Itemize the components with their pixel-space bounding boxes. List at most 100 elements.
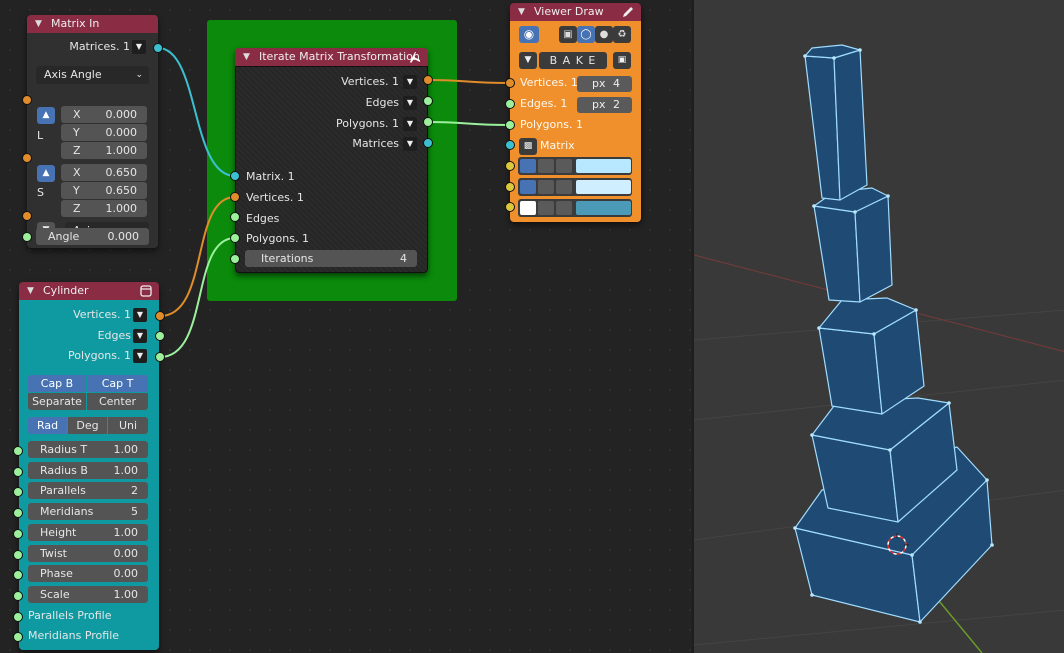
vertex-color-row[interactable] (518, 157, 632, 175)
funnel-icon[interactable]: ▼ (519, 52, 537, 69)
scale-z-field[interactable]: Z 1.000 (61, 200, 147, 217)
cap-bottom-toggle[interactable]: Cap B (28, 375, 86, 392)
socket-matrix-in-angle[interactable] (22, 232, 32, 242)
grid-icon[interactable] (520, 180, 536, 194)
meridians-field[interactable]: Meridians 5 (28, 503, 148, 520)
dropdown-arrow-icon[interactable]: ▼ (132, 40, 146, 54)
socket-iterate-iterations-in[interactable] (230, 254, 240, 264)
loc-y-field[interactable]: Y 0.000 (61, 124, 147, 141)
circle-icon[interactable]: ● (595, 26, 613, 43)
dropdown-arrow-icon[interactable]: ▼ (133, 329, 147, 343)
collapse-chevron-icon[interactable]: ▼ (518, 3, 525, 21)
socket-matrix-in-axis[interactable] (22, 211, 32, 221)
unit-deg-tab[interactable]: Deg (68, 417, 107, 434)
gradient-icon[interactable] (538, 180, 554, 194)
grid-icon[interactable] (520, 201, 536, 215)
collapse-chevron-icon[interactable]: ▼ (35, 15, 42, 33)
parallels-field[interactable]: Parallels 2 (28, 482, 148, 499)
unit-rad-tab[interactable]: Rad (28, 417, 67, 434)
socket-viewer-matrix-in[interactable] (505, 140, 515, 150)
dropdown-arrow-icon[interactable]: ▼ (403, 75, 417, 89)
socket-cylinder-scale[interactable] (13, 591, 23, 601)
socket-iterate-edges-out[interactable] (423, 96, 433, 106)
socket-cylinder-meridians[interactable] (13, 508, 23, 518)
vertex-select-icon[interactable]: ◯ (577, 26, 595, 43)
socket-cylinder-edges-out[interactable] (155, 331, 165, 341)
center-toggle[interactable]: Center (87, 393, 148, 410)
pencil-icon[interactable] (621, 5, 635, 19)
vertex-color-swatch[interactable] (576, 159, 631, 173)
viewer-draw-header[interactable]: ▼ Viewer Draw (510, 3, 641, 21)
scale-field[interactable]: Scale 1.00 (28, 586, 148, 603)
matrix-in-header[interactable]: ▼ Matrix In (27, 15, 158, 33)
socket-cylinder-twist[interactable] (13, 550, 23, 560)
eye-icon[interactable]: ◉ (519, 26, 539, 43)
cylinder-header[interactable]: ▼ Cylinder (19, 282, 159, 300)
grid-icon[interactable] (520, 159, 536, 173)
socket-viewer-polygons-in[interactable] (505, 120, 515, 130)
socket-viewer-vertex-color[interactable] (505, 161, 515, 171)
socket-viewer-edge-color[interactable] (505, 182, 515, 192)
socket-cylinder-height[interactable] (13, 529, 23, 539)
location-toggle-button[interactable]: ▲ (37, 107, 55, 124)
socket-cylinder-parallels[interactable] (13, 487, 23, 497)
gradient-icon[interactable] (538, 159, 554, 173)
curve-icon[interactable] (556, 159, 572, 173)
angle-field[interactable]: Angle 0.000 (36, 228, 149, 245)
socket-cylinder-polygons-out[interactable] (155, 352, 165, 362)
socket-cylinder-vertices-out[interactable] (155, 311, 165, 321)
socket-iterate-vertices-in[interactable] (230, 192, 240, 202)
socket-iterate-vertices-out[interactable] (423, 75, 433, 85)
collapse-chevron-icon[interactable]: ▼ (27, 282, 34, 300)
dropdown-arrow-icon[interactable]: ▼ (403, 96, 417, 110)
node-editor[interactable]: ▼ Matrix In Matrices. 1 ▼ Axis Angle ⌄ L … (0, 0, 692, 653)
cap-top-toggle[interactable]: Cap T (87, 375, 148, 392)
gradient-icon[interactable] (538, 201, 554, 215)
texture-icon[interactable] (556, 201, 572, 215)
height-field[interactable]: Height 1.00 (28, 524, 148, 541)
socket-iterate-polygons-in[interactable] (230, 233, 240, 243)
dropdown-arrow-icon[interactable]: ▼ (133, 308, 147, 322)
cylinder-node[interactable]: ▼ Cylinder Vertices. 1 ▼ Edges ▼ Polygon… (19, 282, 159, 650)
socket-matrix-in-matrices-out[interactable] (153, 43, 163, 53)
cube-icon[interactable]: ▣ (559, 26, 577, 43)
scale-x-field[interactable]: X 0.650 (61, 164, 147, 181)
iterate-matrix-header[interactable]: ▼ Iterate Matrix Transformation (235, 48, 428, 66)
edge-width-field[interactable]: px 2 (577, 97, 632, 113)
dropdown-arrow-icon[interactable]: ▼ (403, 137, 417, 151)
vertex-size-field[interactable]: px 4 (577, 76, 632, 92)
socket-viewer-face-color[interactable] (505, 202, 515, 212)
3d-viewport[interactable] (692, 0, 1064, 653)
collapse-chevron-icon[interactable]: ▼ (243, 48, 250, 66)
scale-toggle-button[interactable]: ▲ (37, 165, 55, 182)
separate-toggle[interactable]: Separate (28, 393, 86, 410)
socket-cylinder-parallels-profile[interactable] (13, 612, 23, 622)
twist-field[interactable]: Twist 0.00 (28, 545, 148, 562)
socket-matrix-in-scale[interactable] (22, 153, 32, 163)
socket-cylinder-radius-top[interactable] (13, 446, 23, 456)
bake-button[interactable]: B A K E (539, 52, 607, 69)
loc-z-field[interactable]: Z 1.000 (61, 142, 147, 159)
iterate-matrix-node[interactable]: ▼ Iterate Matrix Transformation Vertices… (235, 48, 428, 273)
edge-color-row[interactable] (518, 178, 632, 196)
socket-iterate-matrix-in[interactable] (230, 171, 240, 181)
socket-cylinder-meridians-profile[interactable] (13, 632, 23, 642)
phase-field[interactable]: Phase 0.00 (28, 565, 148, 582)
texture-icon[interactable] (556, 180, 572, 194)
scale-y-field[interactable]: Y 0.650 (61, 182, 147, 199)
socket-iterate-polygons-out[interactable] (423, 117, 433, 127)
face-color-swatch[interactable] (576, 201, 631, 215)
face-color-row[interactable] (518, 199, 632, 217)
socket-iterate-edges-in[interactable] (230, 212, 240, 222)
dropdown-arrow-icon[interactable]: ▼ (133, 349, 147, 363)
mode-select[interactable]: Axis Angle ⌄ (36, 66, 149, 84)
socket-matrix-in-location[interactable] (22, 95, 32, 105)
matrix-in-node[interactable]: ▼ Matrix In Matrices. 1 ▼ Axis Angle ⌄ L … (27, 15, 158, 248)
python-icon[interactable]: ♻ (613, 26, 631, 43)
matrix-toggle-icon[interactable]: ▩ (519, 138, 537, 155)
radius-bottom-field[interactable]: Radius B 1.00 (28, 462, 148, 479)
viewer-draw-node[interactable]: ▼ Viewer Draw ◉ ▣ ◯ ● ♻ ▼ B A K E ▣ Vert… (510, 3, 641, 222)
unit-uni-tab[interactable]: Uni (108, 417, 148, 434)
dropdown-arrow-icon[interactable]: ▼ (403, 117, 417, 131)
loc-x-field[interactable]: X 0.000 (61, 106, 147, 123)
